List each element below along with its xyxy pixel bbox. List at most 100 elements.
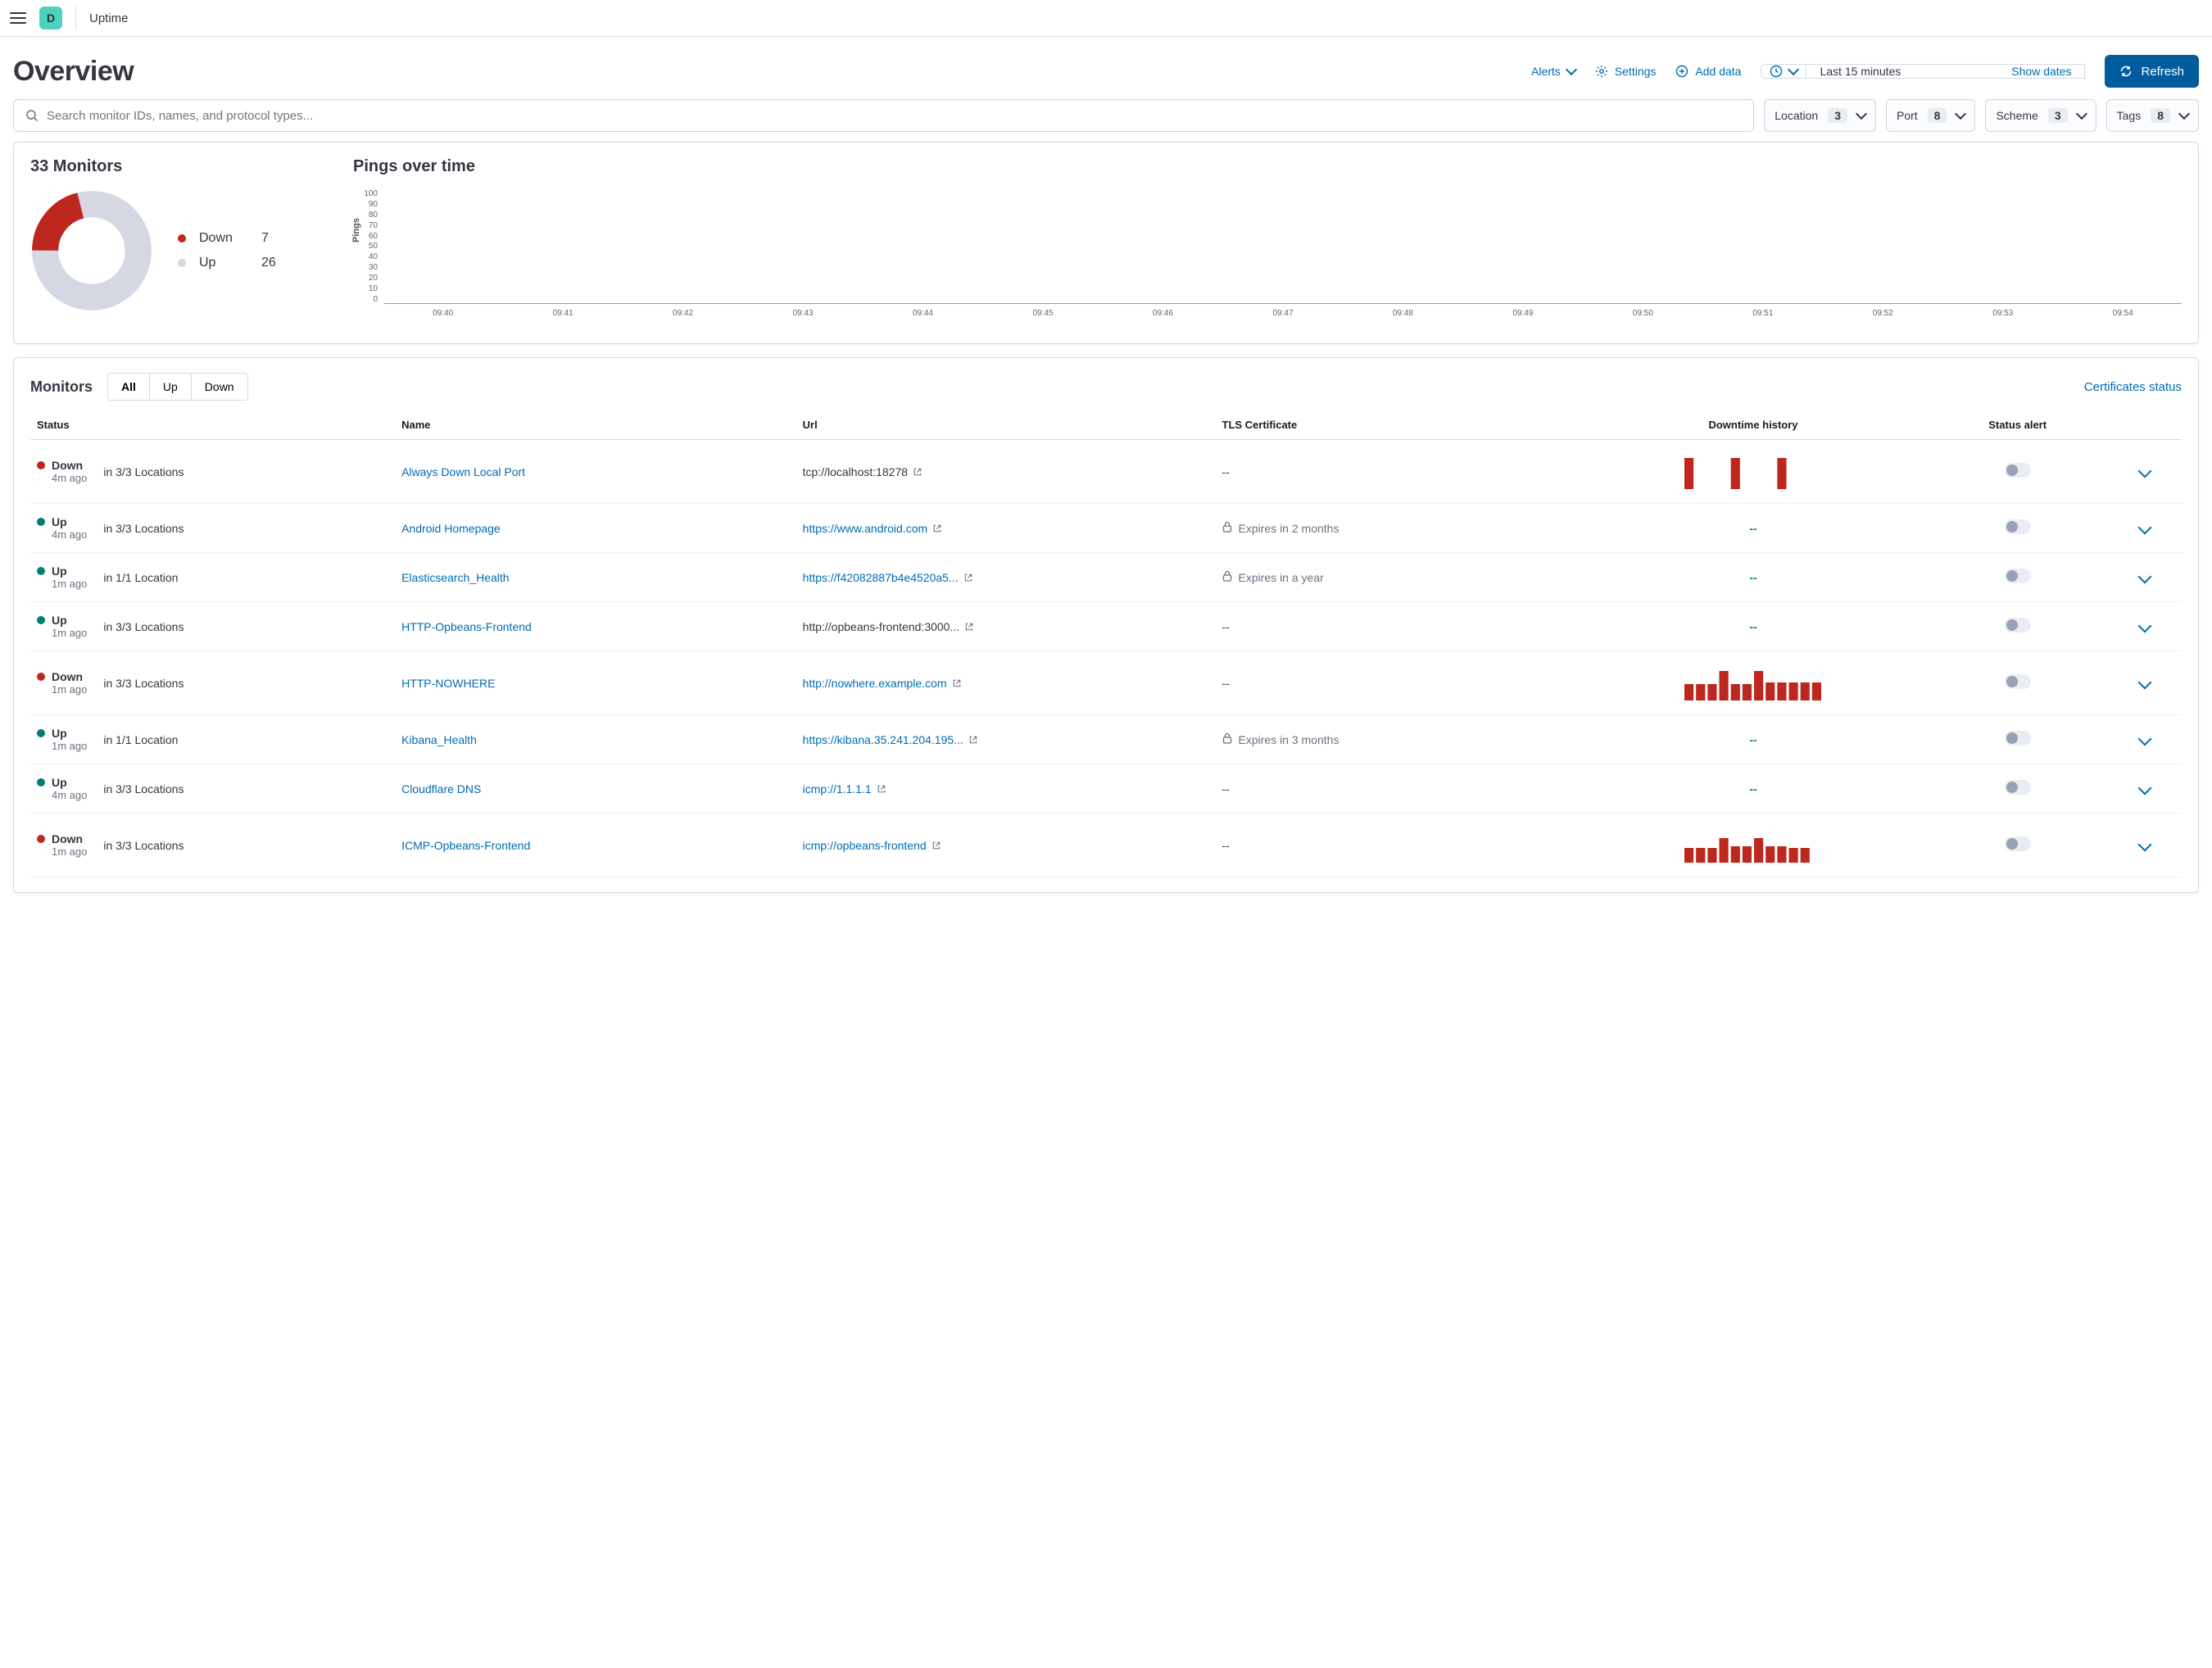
external-link-icon[interactable] — [927, 839, 941, 852]
chevron-down-icon — [1856, 108, 1867, 120]
monitor-url[interactable]: https://www.android.com — [803, 522, 928, 535]
page-title: Overview — [13, 56, 134, 88]
monitor-url[interactable]: icmp://1.1.1.1 — [803, 782, 872, 795]
expand-row-icon[interactable] — [2138, 464, 2152, 478]
status-alert-toggle[interactable] — [2005, 569, 2031, 583]
monitor-url[interactable]: icmp://opbeans-frontend — [803, 839, 927, 852]
monitor-url[interactable]: https://f42082887b4e4520a5... — [803, 571, 959, 584]
col-url[interactable]: Url — [796, 410, 1216, 440]
status-alert-toggle[interactable] — [2005, 618, 2031, 632]
monitor-url[interactable]: https://kibana.35.241.204.195... — [803, 733, 963, 746]
expand-row-icon[interactable] — [2138, 520, 2152, 534]
status-alert-toggle[interactable] — [2005, 674, 2031, 689]
col-tls[interactable]: TLS Certificate — [1216, 410, 1580, 440]
overview-panel: 33 Monitors Down 7 Up — [13, 142, 2199, 344]
monitor-name-link[interactable]: Always Down Local Port — [401, 465, 525, 478]
filter-all-button[interactable]: All — [108, 374, 150, 400]
lock-icon — [1222, 570, 1232, 584]
date-range-display[interactable]: Last 15 minutes Show dates — [1806, 64, 2085, 79]
status-alert-toggle[interactable] — [2005, 836, 2031, 851]
locations-text: in 3/3 Locations — [103, 782, 184, 795]
search-input[interactable] — [47, 109, 1742, 123]
filter-location[interactable]: Location 3 — [1764, 99, 1876, 132]
alerts-button[interactable]: Alerts — [1531, 65, 1575, 78]
status-alert-toggle[interactable] — [2005, 463, 2031, 478]
legend-up[interactable]: Up 26 — [178, 251, 276, 275]
expand-row-icon[interactable] — [2138, 732, 2152, 746]
refresh-icon — [2119, 65, 2133, 78]
locations-text: in 1/1 Location — [103, 571, 178, 584]
status-alert-toggle[interactable] — [2005, 731, 2031, 746]
lock-icon — [1222, 521, 1232, 535]
expand-row-icon[interactable] — [2138, 781, 2152, 795]
external-link-icon[interactable] — [927, 522, 942, 535]
locations-text: in 3/3 Locations — [103, 522, 184, 535]
monitor-name-link[interactable]: HTTP-Opbeans-Frontend — [401, 620, 532, 633]
external-link-icon[interactable] — [908, 465, 922, 478]
tls-text: Expires in a year — [1239, 571, 1324, 584]
monitor-name-link[interactable]: ICMP-Opbeans-Frontend — [401, 839, 530, 852]
monitor-url[interactable]: http://nowhere.example.com — [803, 677, 947, 690]
filter-down-button[interactable]: Down — [192, 374, 247, 400]
filter-port[interactable]: Port 8 — [1886, 99, 1975, 132]
external-link-icon[interactable] — [947, 677, 962, 690]
filter-up-button[interactable]: Up — [150, 374, 192, 400]
col-history[interactable]: Downtime history — [1580, 410, 1927, 440]
monitor-name-link[interactable]: HTTP-NOWHERE — [401, 677, 495, 690]
monitors-count-title: 33 Monitors — [30, 157, 333, 176]
monitor-url: tcp://localhost:18278 — [803, 465, 908, 478]
status-alert-toggle[interactable] — [2005, 780, 2031, 795]
status-alert-toggle[interactable] — [2005, 519, 2031, 534]
status-text: Up — [52, 776, 67, 789]
col-status[interactable]: Status — [30, 410, 395, 440]
col-name[interactable]: Name — [395, 410, 796, 440]
lock-icon — [1222, 732, 1232, 746]
filters-row: Location 3 Port 8 Scheme 3 Tags 8 — [13, 99, 2199, 132]
legend-value: 26 — [261, 256, 276, 270]
legend-down[interactable]: Down 7 — [178, 226, 276, 251]
search-box[interactable] — [13, 99, 1754, 132]
expand-row-icon[interactable] — [2138, 569, 2152, 583]
tls-text: Expires in 3 months — [1239, 733, 1339, 746]
add-data-button[interactable]: Add data — [1675, 65, 1741, 78]
downtime-none: -- — [1587, 571, 1920, 584]
settings-button[interactable]: Settings — [1595, 65, 1657, 78]
external-link-icon[interactable] — [872, 782, 886, 795]
locations-text: in 3/3 Locations — [103, 465, 184, 478]
status-ago: 4m ago — [52, 472, 87, 484]
expand-row-icon[interactable] — [2138, 675, 2152, 689]
date-quick-select[interactable] — [1761, 64, 1806, 79]
filter-scheme[interactable]: Scheme 3 — [1985, 99, 2096, 132]
external-link-icon[interactable] — [963, 733, 978, 746]
status-text: Down — [52, 832, 83, 845]
search-icon — [25, 109, 39, 122]
filter-label: Scheme — [1996, 109, 2037, 122]
monitor-name-link[interactable]: Elasticsearch_Health — [401, 571, 510, 584]
status-dot-icon — [37, 518, 45, 526]
external-link-icon[interactable] — [959, 571, 973, 584]
date-range-text: Last 15 minutes — [1820, 65, 1901, 78]
status-text: Up — [52, 614, 67, 627]
monitor-name-link[interactable]: Cloudflare DNS — [401, 782, 481, 795]
expand-row-icon[interactable] — [2138, 619, 2152, 632]
col-alert[interactable]: Status alert — [1926, 410, 2109, 440]
status-ago: 1m ago — [52, 845, 87, 858]
top-bar: D Uptime — [0, 0, 2212, 37]
status-text: Down — [52, 670, 83, 683]
separator — [75, 7, 76, 29]
expand-row-icon[interactable] — [2138, 837, 2152, 851]
show-dates-link[interactable]: Show dates — [2011, 65, 2071, 78]
filter-count-badge: 3 — [1828, 108, 1847, 123]
monitors-table: Status Name Url TLS Certificate Downtime… — [30, 410, 2182, 877]
monitor-name-link[interactable]: Android Homepage — [401, 522, 501, 535]
breadcrumb[interactable]: Uptime — [89, 11, 129, 25]
filter-tags[interactable]: Tags 8 — [2106, 99, 2199, 132]
refresh-button[interactable]: Refresh — [2105, 55, 2199, 88]
certificates-status-link[interactable]: Certificates status — [2084, 380, 2182, 394]
space-avatar[interactable]: D — [39, 7, 62, 29]
monitor-name-link[interactable]: Kibana_Health — [401, 733, 477, 746]
donut-chart — [30, 189, 153, 312]
hamburger-menu-icon[interactable] — [10, 10, 26, 26]
legend-dot-icon — [178, 234, 186, 242]
external-link-icon[interactable] — [959, 620, 974, 633]
